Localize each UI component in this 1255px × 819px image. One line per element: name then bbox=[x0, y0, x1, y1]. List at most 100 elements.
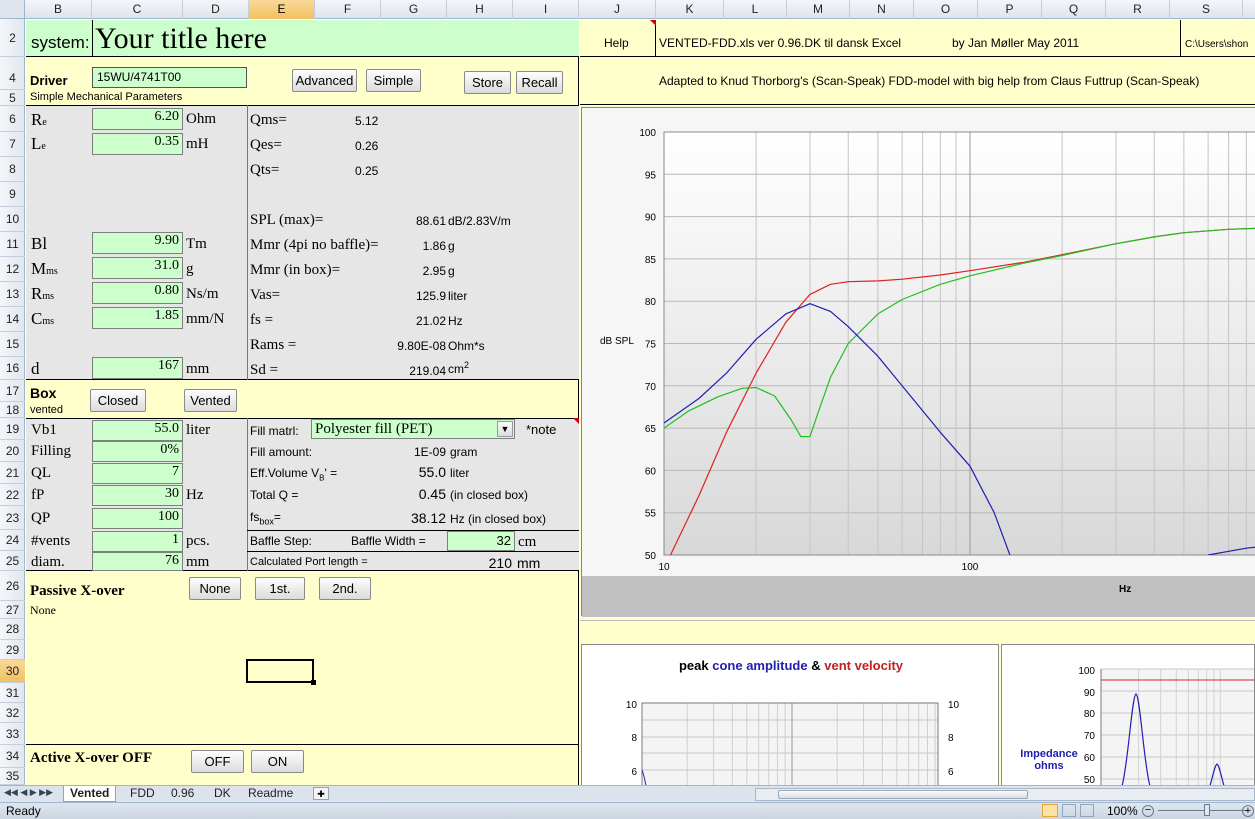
baffle-width-input[interactable]: 32 bbox=[447, 531, 515, 551]
row-header-29[interactable]: 29 bbox=[0, 640, 25, 660]
selected-cell-e30[interactable] bbox=[246, 659, 314, 683]
advanced-button[interactable]: Advanced bbox=[292, 69, 357, 92]
row-header-14[interactable]: 14 bbox=[0, 307, 25, 332]
help-link[interactable]: Help bbox=[604, 36, 629, 50]
row-header-2[interactable]: 2 bbox=[0, 20, 25, 57]
column-header-f[interactable]: F bbox=[315, 0, 381, 19]
xover-none-button[interactable]: None bbox=[189, 577, 241, 600]
row-header-17[interactable]: 17 bbox=[0, 380, 25, 402]
column-header-n[interactable]: N bbox=[850, 0, 914, 19]
column-header-i[interactable]: I bbox=[513, 0, 579, 19]
row-header-28[interactable]: 28 bbox=[0, 619, 25, 640]
vented-button[interactable]: Vented bbox=[184, 389, 237, 412]
rms-input[interactable]: 0.80 bbox=[92, 282, 183, 304]
row-header-33[interactable]: 33 bbox=[0, 723, 25, 745]
ql-input[interactable]: 7 bbox=[92, 463, 183, 484]
row-header-27[interactable]: 27 bbox=[0, 601, 25, 619]
simple-button[interactable]: Simple bbox=[366, 69, 421, 92]
tab-fdd[interactable]: FDD bbox=[124, 786, 161, 802]
active-on-button[interactable]: ON bbox=[251, 750, 304, 773]
tab-nav-arrows[interactable]: ◀◀ ◀ ▶ ▶▶ bbox=[4, 787, 53, 798]
tab-dk[interactable]: DK bbox=[208, 786, 237, 802]
insert-sheet-icon[interactable]: ✚ bbox=[313, 787, 329, 800]
page-title[interactable]: Your title here bbox=[95, 20, 575, 57]
select-all-corner[interactable] bbox=[0, 0, 25, 19]
normal-view-icon[interactable] bbox=[1042, 804, 1058, 817]
column-header-l[interactable]: L bbox=[724, 0, 787, 19]
page-layout-icon[interactable] bbox=[1062, 804, 1076, 817]
column-header-g[interactable]: G bbox=[381, 0, 447, 19]
recall-button[interactable]: Recall bbox=[516, 71, 563, 94]
row-header-18[interactable]: 18 bbox=[0, 402, 25, 418]
column-header-j[interactable]: J bbox=[579, 0, 656, 19]
zoom-in-icon[interactable]: + bbox=[1242, 805, 1254, 817]
row-header-23[interactable]: 23 bbox=[0, 506, 25, 530]
filling-input[interactable]: 0% bbox=[92, 441, 183, 462]
fp-input[interactable]: 30 bbox=[92, 485, 183, 506]
row-header-35[interactable]: 35 bbox=[0, 768, 25, 785]
row-header-8[interactable]: 8 bbox=[0, 157, 25, 182]
column-header-c[interactable]: C bbox=[92, 0, 183, 19]
row-header-15[interactable]: 15 bbox=[0, 332, 25, 357]
d-input[interactable]: 167 bbox=[92, 357, 183, 379]
tab-096[interactable]: 0.96 bbox=[165, 786, 200, 802]
row-header-24[interactable]: 24 bbox=[0, 530, 25, 551]
row-header-30[interactable]: 30 bbox=[0, 660, 25, 683]
fill-matrl-select[interactable]: Polyester fill (PET) ▼ bbox=[311, 419, 515, 439]
horizontal-scrollbar[interactable] bbox=[755, 788, 1255, 801]
chevron-down-icon[interactable]: ▼ bbox=[497, 421, 513, 437]
column-header-k[interactable]: K bbox=[656, 0, 724, 19]
column-header-p[interactable]: P bbox=[978, 0, 1042, 19]
row-header-26[interactable]: 26 bbox=[0, 571, 25, 601]
row-header-5[interactable]: 5 bbox=[0, 90, 25, 106]
row-header-21[interactable]: 21 bbox=[0, 462, 25, 484]
row-header-20[interactable]: 20 bbox=[0, 440, 25, 462]
fill-handle[interactable] bbox=[311, 680, 316, 685]
le-input[interactable]: 0.35 bbox=[92, 133, 183, 155]
diam-input[interactable]: 76 bbox=[92, 552, 183, 571]
vb1-input[interactable]: 55.0 bbox=[92, 420, 183, 441]
re-input[interactable]: 6.20 bbox=[92, 108, 183, 130]
page-break-icon[interactable] bbox=[1080, 804, 1094, 817]
xover-2nd-button[interactable]: 2nd. bbox=[319, 577, 371, 600]
tab-vented[interactable]: Vented bbox=[63, 786, 117, 802]
row-header-31[interactable]: 31 bbox=[0, 683, 25, 703]
zoom-out-icon[interactable]: − bbox=[1142, 805, 1154, 817]
bl-input[interactable]: 9.90 bbox=[92, 232, 183, 254]
column-header-s[interactable]: S bbox=[1170, 0, 1243, 19]
zoom-slider[interactable] bbox=[1158, 810, 1248, 811]
zoom-level[interactable]: 100% bbox=[1107, 804, 1138, 818]
cms-input[interactable]: 1.85 bbox=[92, 307, 183, 329]
column-header-r[interactable]: R bbox=[1106, 0, 1170, 19]
column-header-m[interactable]: M bbox=[787, 0, 850, 19]
scrollbar-thumb[interactable] bbox=[778, 790, 1028, 799]
row-header-10[interactable]: 10 bbox=[0, 207, 25, 232]
mms-input[interactable]: 31.0 bbox=[92, 257, 183, 279]
column-header-b[interactable]: B bbox=[25, 0, 92, 19]
driver-model-input[interactable]: 15WU/4741T00 bbox=[92, 67, 247, 88]
zoom-slider-thumb[interactable] bbox=[1204, 804, 1210, 816]
column-header-o[interactable]: O bbox=[914, 0, 978, 19]
row-header-16[interactable]: 16 bbox=[0, 357, 25, 380]
row-header-9[interactable]: 9 bbox=[0, 182, 25, 207]
row-header-4[interactable]: 4 bbox=[0, 67, 25, 90]
column-header-h[interactable]: H bbox=[447, 0, 513, 19]
vents-input[interactable]: 1 bbox=[92, 531, 183, 552]
row-header-32[interactable]: 32 bbox=[0, 703, 25, 723]
row-header-12[interactable]: 12 bbox=[0, 257, 25, 282]
store-button[interactable]: Store bbox=[464, 71, 511, 94]
row-header-11[interactable]: 11 bbox=[0, 232, 25, 257]
row-header-22[interactable]: 22 bbox=[0, 484, 25, 506]
column-header-d[interactable]: D bbox=[183, 0, 249, 19]
row-header-19[interactable]: 19 bbox=[0, 418, 25, 440]
tab-readme[interactable]: Readme bbox=[242, 786, 299, 802]
row-header-13[interactable]: 13 bbox=[0, 282, 25, 307]
column-header-q[interactable]: Q bbox=[1042, 0, 1106, 19]
row-header-7[interactable]: 7 bbox=[0, 132, 25, 157]
closed-button[interactable]: Closed bbox=[90, 389, 146, 412]
row-header-25[interactable]: 25 bbox=[0, 551, 25, 571]
active-off-button[interactable]: OFF bbox=[191, 750, 244, 773]
qp-input[interactable]: 100 bbox=[92, 508, 183, 529]
row-header-6[interactable]: 6 bbox=[0, 107, 25, 132]
column-header-e[interactable]: E bbox=[249, 0, 315, 19]
